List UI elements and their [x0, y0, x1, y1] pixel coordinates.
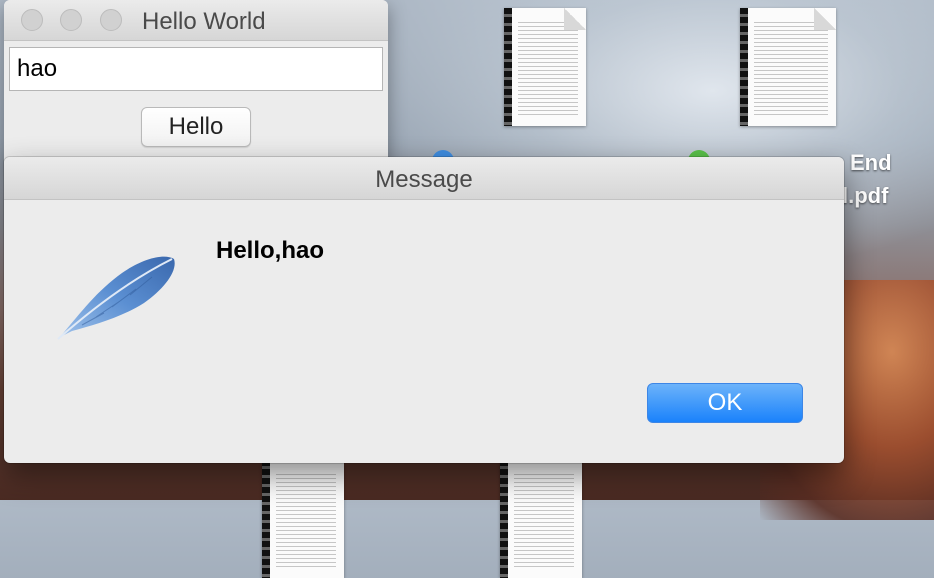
window-title: Hello World: [142, 8, 266, 35]
minimize-button[interactable]: [60, 9, 82, 31]
dialog-titlebar[interactable]: Message: [4, 157, 844, 200]
desktop-file-icon[interactable]: [500, 460, 582, 578]
desktop-file-label[interactable]: End: [850, 150, 892, 176]
desktop-file-icon[interactable]: [740, 8, 836, 126]
ok-button[interactable]: OK: [647, 383, 803, 423]
zoom-button[interactable]: [100, 9, 122, 31]
dialog-message: Hello,hao: [216, 237, 325, 264]
name-input[interactable]: [9, 47, 383, 91]
desktop-file-label[interactable]: l.pdf: [842, 183, 888, 209]
desktop-file-icon[interactable]: [262, 460, 344, 578]
hello-world-window: Hello World Hello: [4, 0, 388, 170]
hello-button[interactable]: Hello: [141, 107, 251, 147]
hello-window-titlebar[interactable]: Hello World: [4, 0, 388, 41]
feather-icon: [52, 251, 182, 341]
message-dialog: Message Hello,hao OK: [4, 157, 844, 463]
dialog-title: Message: [375, 166, 473, 193]
desktop-file-icon[interactable]: [504, 8, 586, 126]
close-button[interactable]: [21, 9, 43, 31]
